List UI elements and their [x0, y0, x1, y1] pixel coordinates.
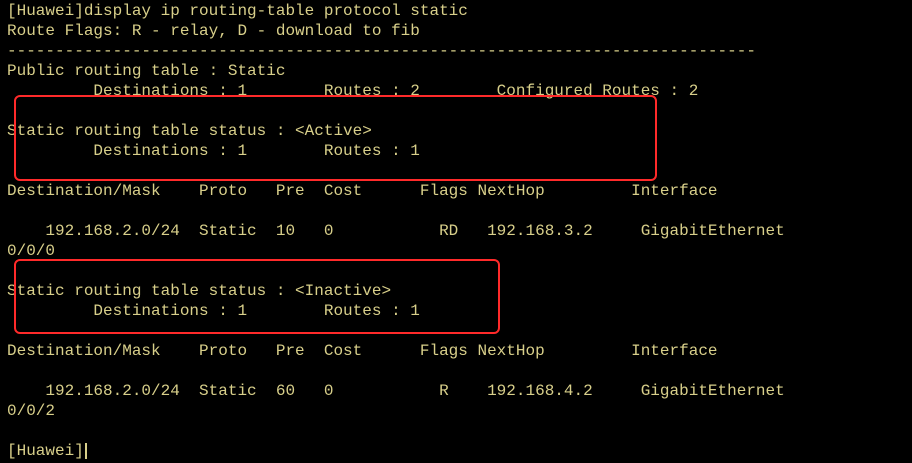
inactive-table-header: Destination/Mask Proto Pre Cost Flags Ne… — [7, 342, 718, 360]
public-table-heading: Public routing table : Static — [7, 62, 286, 80]
separator-line: ----------------------------------------… — [7, 42, 756, 60]
inactive-route-interface-suffix: 0/0/2 — [7, 402, 56, 420]
public-table-summary: Destinations : 1 Routes : 2 Configured R… — [7, 82, 699, 100]
prompt-text: [Huawei] — [7, 442, 84, 460]
inactive-route-row: 192.168.2.0/24 Static 60 0 R 192.168.4.2… — [7, 382, 785, 400]
inactive-status-heading: Static routing table status : <Inactive> — [7, 282, 392, 300]
inactive-status-summary: Destinations : 1 Routes : 1 — [7, 302, 420, 320]
text-cursor — [84, 442, 87, 459]
terminal-window[interactable]: [Huawei]display ip routing-table protoco… — [0, 0, 912, 463]
prompt-line[interactable]: [Huawei] — [7, 441, 87, 461]
active-table-header: Destination/Mask Proto Pre Cost Flags Ne… — [7, 182, 718, 200]
active-status-summary: Destinations : 1 Routes : 1 — [7, 142, 420, 160]
active-route-interface-suffix: 0/0/0 — [7, 242, 56, 260]
command-line: [Huawei]display ip routing-table protoco… — [7, 2, 468, 20]
active-status-heading: Static routing table status : <Active> — [7, 122, 372, 140]
active-route-row: 192.168.2.0/24 Static 10 0 RD 192.168.3.… — [7, 222, 785, 240]
route-flags-legend: Route Flags: R - relay, D - download to … — [7, 22, 420, 40]
